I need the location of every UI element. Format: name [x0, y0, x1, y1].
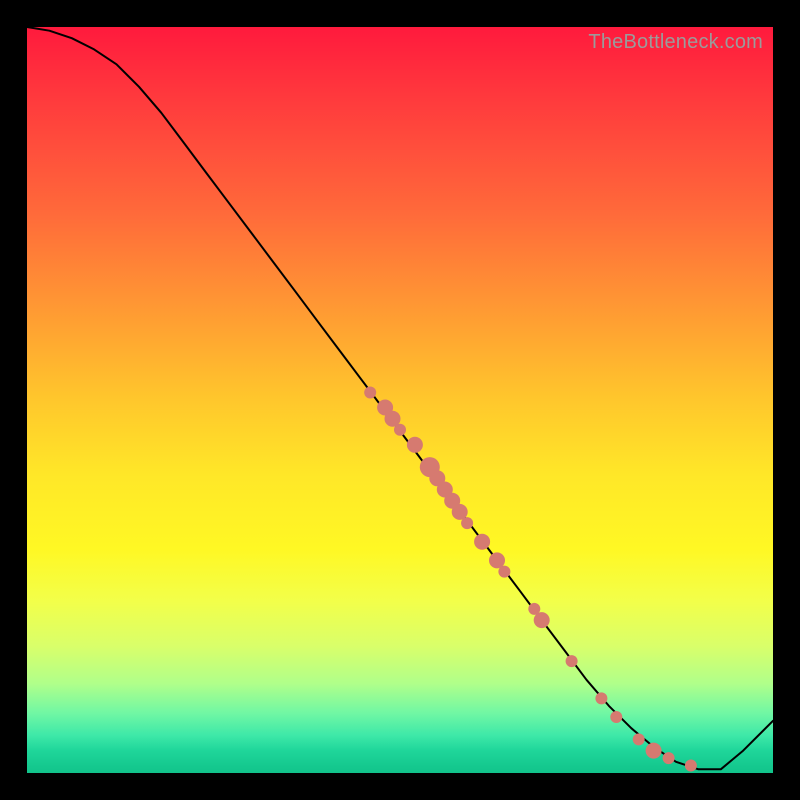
highlight-dot [407, 437, 423, 453]
highlight-dot [498, 566, 510, 578]
highlight-dot [364, 387, 376, 399]
chart-svg [27, 27, 773, 773]
plot-area: TheBottleneck.com [27, 27, 773, 773]
highlight-dot [633, 733, 645, 745]
highlight-dots-group [364, 387, 697, 772]
highlight-dot [646, 743, 662, 759]
highlight-dot [534, 612, 550, 628]
highlight-dot [663, 752, 675, 764]
highlight-dot [394, 424, 406, 436]
highlight-dot [595, 692, 607, 704]
bottleneck-curve-line [27, 27, 773, 769]
highlight-dot [566, 655, 578, 667]
highlight-dot [461, 517, 473, 529]
chart-frame: TheBottleneck.com [0, 0, 800, 800]
highlight-dot [474, 534, 490, 550]
highlight-dot [685, 760, 697, 772]
highlight-dot [610, 711, 622, 723]
